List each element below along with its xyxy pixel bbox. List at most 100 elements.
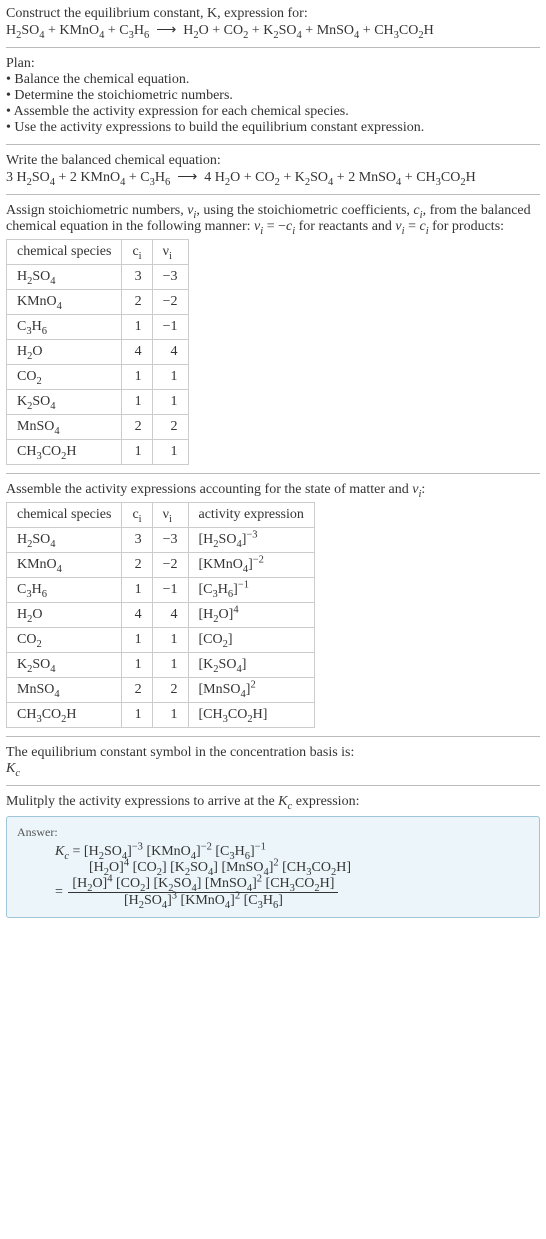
cell-vi: 2 [152, 678, 188, 703]
th-ci: ci [122, 240, 152, 265]
cell-ci: 1 [122, 315, 152, 340]
intro-equation: H2SO4 + KMnO4 + C3H6 ⟶ H2O + CO2 + K2SO4… [6, 22, 540, 39]
th-vi: νi [152, 240, 188, 265]
cell-species: CH3CO2H [7, 440, 122, 465]
cell-vi: 2 [152, 415, 188, 440]
cell-species: C3H6 [7, 578, 122, 603]
stoich-block: Assign stoichiometric numbers, νi, using… [6, 203, 540, 465]
table-row: KMnO42−2[KMnO4]−2 [7, 553, 315, 578]
cell-activity: [H2SO4]−3 [188, 528, 314, 553]
cell-species: K2SO4 [7, 653, 122, 678]
activity-block: Assemble the activity expressions accoun… [6, 482, 540, 728]
th-activity: activity expression [188, 503, 314, 528]
cell-activity: [H2O]4 [188, 603, 314, 628]
cell-vi: 1 [152, 390, 188, 415]
cell-activity: [MnSO4]2 [188, 678, 314, 703]
table-row: H2SO43−3 [7, 265, 189, 290]
fraction-numerator: [H2O]4 [CO2] [K2SO4] [MnSO4]2 [CH3CO2H] [68, 876, 338, 893]
th-vi: νi [152, 503, 188, 528]
cell-vi: 1 [152, 440, 188, 465]
plan-item: • Assemble the activity expression for e… [6, 104, 540, 120]
cell-vi: 4 [152, 603, 188, 628]
cell-species: K2SO4 [7, 390, 122, 415]
plan-item: • Use the activity expressions to build … [6, 120, 540, 136]
divider [6, 194, 540, 195]
cell-vi: −2 [152, 553, 188, 578]
cell-vi: 1 [152, 703, 188, 728]
cell-species: CH3CO2H [7, 703, 122, 728]
table-row: H2SO43−3[H2SO4]−3 [7, 528, 315, 553]
cell-species: H2O [7, 340, 122, 365]
equals-sign: = [55, 885, 66, 900]
cell-ci: 2 [122, 415, 152, 440]
intro-block: Construct the equilibrium constant, K, e… [6, 6, 540, 39]
intro-line1: Construct the equilibrium constant, K, e… [6, 6, 540, 22]
cell-species: MnSO4 [7, 415, 122, 440]
cell-activity: [CH3CO2H] [188, 703, 314, 728]
cell-species: MnSO4 [7, 678, 122, 703]
multiply-block: Mulitply the activity expressions to arr… [6, 794, 540, 810]
divider [6, 47, 540, 48]
cell-vi: −1 [152, 578, 188, 603]
cell-species: H2O [7, 603, 122, 628]
cell-species: CO2 [7, 365, 122, 390]
balanced-heading: Write the balanced chemical equation: [6, 153, 540, 169]
cell-species: CO2 [7, 628, 122, 653]
cell-ci: 4 [122, 603, 152, 628]
table-row: H2O44[H2O]4 [7, 603, 315, 628]
table-row: C3H61−1 [7, 315, 189, 340]
cell-ci: 1 [122, 578, 152, 603]
th-ci: ci [122, 503, 152, 528]
table-row: MnSO422 [7, 415, 189, 440]
th-species: chemical species [7, 240, 122, 265]
cell-ci: 1 [122, 365, 152, 390]
table-row: K2SO411 [7, 390, 189, 415]
plan-heading: Plan: [6, 56, 540, 72]
table-row: MnSO422[MnSO4]2 [7, 678, 315, 703]
answer-box: Answer: Kc = [H2SO4]−3 [KMnO4]−2 [C3H6]−… [6, 816, 540, 918]
divider [6, 473, 540, 474]
cell-activity: [C3H6]−1 [188, 578, 314, 603]
table-header-row: chemical species ci νi [7, 240, 189, 265]
stoich-heading: Assign stoichiometric numbers, νi, using… [6, 203, 540, 235]
cell-ci: 2 [122, 290, 152, 315]
cell-ci: 4 [122, 340, 152, 365]
cell-ci: 3 [122, 528, 152, 553]
fraction-denominator: [H2SO4]3 [KMnO4]2 [C3H6] [68, 893, 338, 909]
plan-block: Plan: • Balance the chemical equation. •… [6, 56, 540, 136]
divider [6, 144, 540, 145]
cell-ci: 2 [122, 678, 152, 703]
multiply-heading: Mulitply the activity expressions to arr… [6, 794, 540, 810]
plan-item: • Balance the chemical equation. [6, 72, 540, 88]
balanced-equation: 3 H2SO4 + 2 KMnO4 + C3H6 ⟶ 4 H2O + CO2 +… [6, 169, 540, 186]
cell-species: H2SO4 [7, 265, 122, 290]
cell-vi: −1 [152, 315, 188, 340]
cell-vi: 1 [152, 653, 188, 678]
stoich-tbody: H2SO43−3KMnO42−2C3H61−1H2O44CO211K2SO411… [7, 265, 189, 465]
answer-fraction-line: = [H2O]4 [CO2] [K2SO4] [MnSO4]2 [CH3CO2H… [55, 876, 529, 909]
activity-tbody: H2SO43−3[H2SO4]−3KMnO42−2[KMnO4]−2C3H61−… [7, 528, 315, 728]
kc-symbol-heading: The equilibrium constant symbol in the c… [6, 745, 540, 761]
cell-ci: 1 [122, 703, 152, 728]
cell-species: KMnO4 [7, 553, 122, 578]
kc-symbol-block: The equilibrium constant symbol in the c… [6, 745, 540, 777]
cell-ci: 1 [122, 653, 152, 678]
stoich-table: chemical species ci νi H2SO43−3KMnO42−2C… [6, 239, 189, 465]
answer-line2: [H2O]4 [CO2] [K2SO4] [MnSO4]2 [CH3CO2H] [89, 860, 529, 876]
activity-table: chemical species ci νi activity expressi… [6, 502, 315, 728]
activity-heading: Assemble the activity expressions accoun… [6, 482, 540, 498]
divider [6, 736, 540, 737]
cell-vi: −2 [152, 290, 188, 315]
cell-activity: [CO2] [188, 628, 314, 653]
cell-ci: 2 [122, 553, 152, 578]
plan-item: • Determine the stoichiometric numbers. [6, 88, 540, 104]
cell-ci: 1 [122, 390, 152, 415]
table-row: CH3CO2H11 [7, 440, 189, 465]
table-row: CO211[CO2] [7, 628, 315, 653]
table-row: CH3CO2H11[CH3CO2H] [7, 703, 315, 728]
table-row: KMnO42−2 [7, 290, 189, 315]
cell-species: H2SO4 [7, 528, 122, 553]
th-species: chemical species [7, 503, 122, 528]
cell-activity: [KMnO4]−2 [188, 553, 314, 578]
cell-ci: 1 [122, 440, 152, 465]
